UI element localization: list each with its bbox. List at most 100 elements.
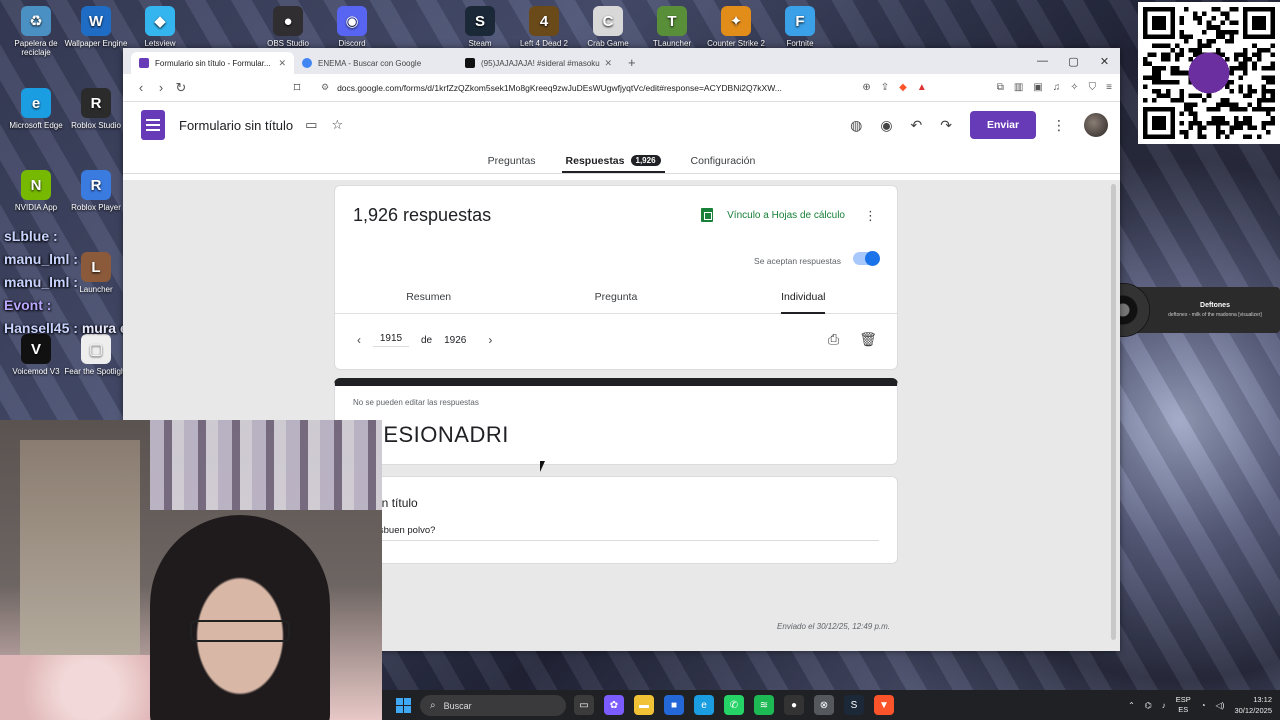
brave-rewards-icon[interactable]: ▲	[917, 82, 927, 93]
steam-taskbar-icon[interactable]: S	[844, 695, 864, 715]
tab-responses[interactable]: Respuestas 1,926	[561, 148, 665, 173]
tab-tiktok[interactable]: (95)JAJAJAJA! #sideral #masoku #pa... ✕	[457, 52, 620, 74]
app-icon: N	[21, 170, 51, 200]
link-to-sheets[interactable]: Vínculo a Hojas de cálculo	[701, 208, 845, 222]
bookmark-icon[interactable]: ⌑	[287, 80, 307, 96]
desktop-icon[interactable]: ◆ Letsview	[124, 6, 196, 48]
window-controls: — ▢ ✕	[1027, 48, 1120, 74]
undo-icon[interactable]: ↶	[911, 117, 923, 134]
url-field[interactable]: ⚙ docs.google.com/forms/d/1krfZzQZkom5se…	[313, 77, 846, 99]
taskbar-search[interactable]: ⌕ Buscar	[420, 695, 566, 716]
wifi-icon[interactable]: ◔	[1201, 701, 1206, 710]
tab-google-search[interactable]: ENEMA - Buscar con Google	[294, 52, 457, 74]
desktop-icon[interactable]: R Roblox Studio	[60, 88, 132, 130]
extension-icon[interactable]: ⧉	[997, 82, 1004, 93]
google-forms-logo-icon[interactable]	[141, 110, 165, 140]
menu-icon[interactable]: ≡	[1106, 82, 1112, 93]
close-tab-icon[interactable]: ✕	[604, 58, 612, 69]
scrollbar[interactable]	[1111, 184, 1116, 640]
desktop-icon[interactable]: W Wallpaper Engine	[60, 6, 132, 48]
edge-taskbar-icon[interactable]: e	[694, 695, 714, 715]
desktop-icon[interactable]: R Roblox Player	[60, 170, 132, 212]
form-title[interactable]: Formulario sin título	[179, 118, 293, 133]
site-info-icon[interactable]: ⚙	[321, 82, 329, 93]
store-taskbar-icon[interactable]: ■	[664, 695, 684, 715]
folder-icon[interactable]: ▭	[305, 117, 317, 133]
subtab-question[interactable]: Pregunta	[522, 286, 709, 313]
delete-icon[interactable]: 🗑	[859, 331, 877, 348]
no-edit-notice: No se pueden editar las respuestas	[353, 398, 479, 407]
copilot-taskbar-icon[interactable]: ✿	[604, 695, 624, 715]
mouse-cursor-icon	[540, 461, 545, 472]
xbox-taskbar-icon[interactable]: ⊗	[814, 695, 834, 715]
subtab-individual[interactable]: Individual	[710, 286, 897, 314]
task-view-taskbar-icon[interactable]: ▭	[574, 695, 594, 715]
tab-forms[interactable]: Formulario sin título - Formular... ✕	[131, 52, 294, 74]
palette-icon[interactable]: ◍	[850, 117, 862, 134]
clock[interactable]: 13:12 30/12/2025	[1234, 694, 1272, 716]
tab-title: (95)JAJAJAJA! #sideral #masoku #pa...	[481, 58, 600, 68]
desktop-icon[interactable]: C Crab Game	[572, 6, 644, 48]
forward-button[interactable]: ›	[151, 80, 171, 95]
reload-button[interactable]: ↻	[171, 80, 191, 96]
previous-response-icon[interactable]: ‹	[357, 333, 361, 347]
spotify-taskbar-icon[interactable]: ≋	[754, 695, 774, 715]
streamer	[150, 515, 330, 720]
desktop-icon[interactable]: T TLauncher	[636, 6, 708, 48]
wallet-icon[interactable]: ▣	[1033, 82, 1042, 93]
mic-icon[interactable]: ♪	[1162, 701, 1166, 710]
system-tray: ⌃ ⌬ ♪ ESP ES ◔ ◁) 13:12 30/12/2025	[1128, 694, 1272, 716]
chat-username: sLblue :	[4, 228, 58, 244]
next-response-icon[interactable]: ›	[488, 333, 492, 347]
star-icon[interactable]: ☆	[331, 117, 343, 133]
desktop-icon[interactable]: ◉ Discord	[316, 6, 388, 48]
subtab-summary[interactable]: Resumen	[335, 286, 522, 313]
start-button[interactable]	[396, 698, 411, 713]
desktop-icon[interactable]: ● OBS Studio	[252, 6, 324, 48]
whatsapp-taskbar-icon[interactable]: ✆	[724, 695, 744, 715]
url-text: docs.google.com/forms/d/1krfZzQZkom5sek1…	[337, 82, 782, 93]
music-icon[interactable]: ♫	[1053, 82, 1061, 93]
print-icon[interactable]: ⎙	[828, 331, 839, 348]
accepting-responses-toggle[interactable]	[853, 251, 880, 266]
vpn-icon[interactable]: ⛉	[1089, 82, 1097, 93]
volume-icon[interactable]: ◁)	[1216, 701, 1225, 710]
send-button[interactable]: Enviar	[970, 111, 1036, 139]
preview-eye-icon[interactable]: ◉	[880, 117, 892, 134]
sidebar-icon[interactable]: ▥	[1014, 82, 1023, 93]
close-tab-icon[interactable]: ✕	[278, 58, 286, 69]
desktop-icon[interactable]: S Steam	[444, 6, 516, 48]
app-icon: ◉	[337, 6, 367, 36]
minimize-button[interactable]: —	[1027, 48, 1058, 74]
current-response-input[interactable]: 1915	[373, 333, 409, 347]
new-tab-button[interactable]: +	[620, 55, 644, 74]
zoom-icon[interactable]: ⊕	[862, 82, 870, 93]
more-options-icon[interactable]: ⋮	[1052, 117, 1066, 134]
obs-taskbar-icon[interactable]: ●	[784, 695, 804, 715]
back-button[interactable]: ‹	[131, 80, 151, 95]
tab-settings[interactable]: Configuración	[687, 148, 760, 173]
chat-username: manu_lml :	[4, 274, 78, 290]
language-indicator[interactable]: ESP ES	[1176, 695, 1191, 715]
network-icon[interactable]: ⌬	[1145, 701, 1152, 710]
more-options-icon[interactable]: ⋮	[864, 208, 877, 224]
puzzle-icon[interactable]: ✧	[1070, 82, 1078, 93]
share-icon[interactable]: ⇪	[881, 82, 889, 93]
form-tabs: Preguntas Respuestas 1,926 Configuración	[123, 148, 1120, 174]
desktop-icon[interactable]: 4 Left 4 Dead 2	[508, 6, 580, 48]
sheets-link-label: Vínculo a Hojas de cálculo	[727, 209, 845, 221]
desktop-icon[interactable]: F Fortnite	[764, 6, 836, 48]
desktop-icon[interactable]: ✦ Counter Strike 2	[700, 6, 772, 48]
maximize-button[interactable]: ▢	[1058, 48, 1089, 74]
google-favicon-icon	[302, 58, 312, 68]
app-icon: S	[465, 6, 495, 36]
file-explorer-taskbar-icon[interactable]: ▬	[634, 695, 654, 715]
brave-shields-icon[interactable]: ◆	[899, 82, 907, 93]
avatar[interactable]	[1084, 113, 1108, 137]
brave-taskbar-icon[interactable]: ▼	[874, 695, 894, 715]
chevron-up-icon[interactable]: ⌃	[1128, 701, 1135, 710]
response-tools: ⎙ 🗑	[828, 331, 877, 348]
redo-icon[interactable]: ↷	[940, 117, 952, 134]
close-window-button[interactable]: ✕	[1089, 48, 1120, 74]
tab-questions[interactable]: Preguntas	[484, 148, 540, 173]
